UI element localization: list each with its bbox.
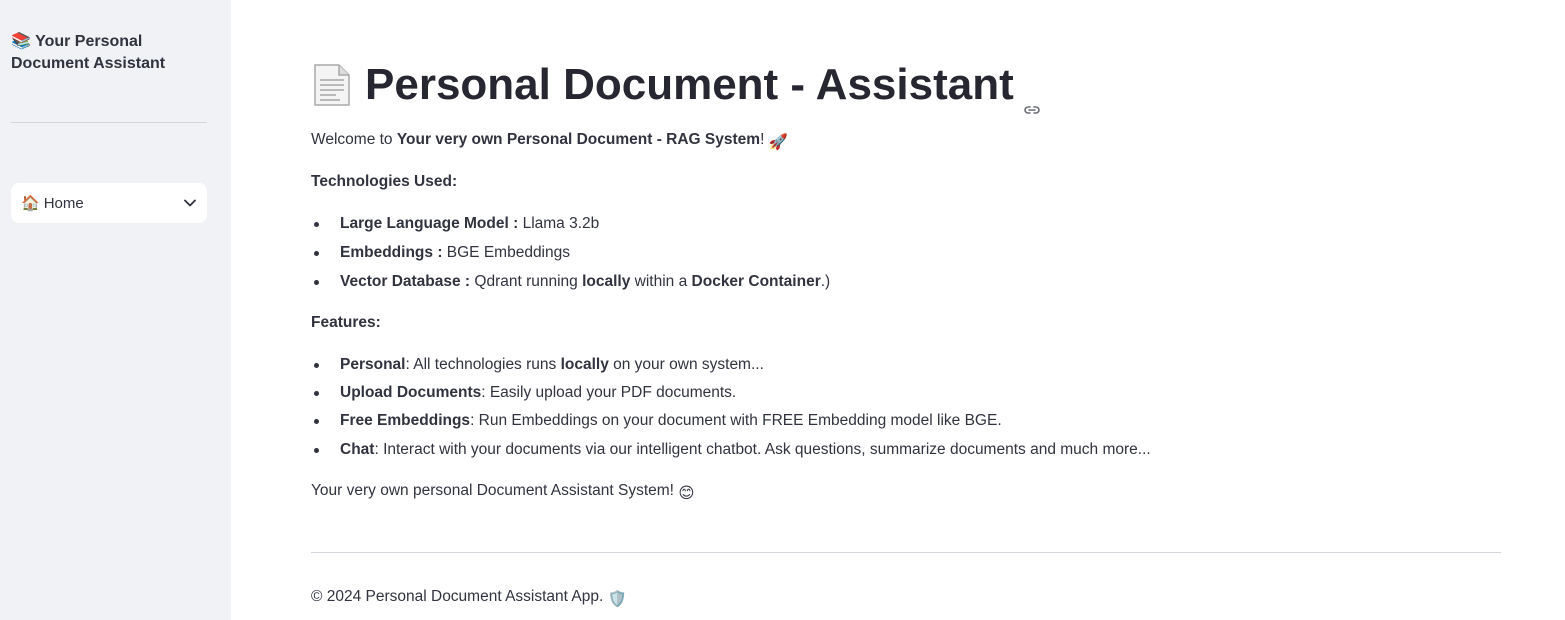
feature-chat-label: Chat bbox=[340, 441, 375, 458]
tech-embed-text: BGE Embeddings bbox=[442, 244, 570, 261]
sidebar-title-text: Your Personal Document Assistant bbox=[11, 33, 166, 72]
feature-chat-text: : Interact with your documents via our i… bbox=[374, 441, 1151, 458]
page-select[interactable]: 🏠 Home bbox=[11, 183, 207, 223]
feature-personal-bold: locally bbox=[560, 356, 609, 373]
feature-embeddings-label: Free Embeddings bbox=[340, 412, 471, 429]
tech-llm-label: Large Language Model : bbox=[340, 215, 519, 232]
welcome-text: Welcome to Your very own Personal Docume… bbox=[311, 130, 788, 153]
rocket-emoji: 🚀 bbox=[768, 134, 788, 151]
footer-copyright: © 2024 Personal Document Assistant App. bbox=[311, 588, 608, 605]
page-title-text: Personal Document - Assistant bbox=[365, 60, 1014, 109]
page-select-value: Home bbox=[43, 194, 84, 212]
footer-text: © 2024 Personal Document Assistant App. … bbox=[311, 587, 627, 610]
list-item: Upload Documents: Easily upload your PDF… bbox=[311, 383, 736, 403]
document-icon bbox=[311, 63, 353, 107]
sidebar-title: 📚 Your Personal Document Assistant bbox=[11, 31, 211, 75]
features-heading-text: Features: bbox=[311, 314, 381, 331]
link-icon[interactable] bbox=[1022, 79, 1042, 114]
page-title: Personal Document - Assistant bbox=[311, 58, 1042, 114]
home-emoji: 🏠 bbox=[21, 195, 40, 212]
books-emoji: 📚 bbox=[11, 33, 31, 50]
list-item: Large Language Model : Llama 3.2b bbox=[311, 214, 599, 234]
feature-embeddings-text: : Run Embeddings on your document with F… bbox=[470, 412, 1002, 429]
closing-text-body: Your very own personal Document Assistan… bbox=[311, 482, 679, 499]
tech-embed-label: Embeddings : bbox=[340, 244, 443, 261]
smile-emoji: 😊 bbox=[678, 485, 695, 502]
shield-emoji: 🛡️ bbox=[607, 591, 627, 608]
tech-llm-text: Llama 3.2b bbox=[518, 215, 600, 232]
tech-vdb-text-a: Qdrant running bbox=[470, 273, 583, 290]
tech-vdb-label: Vector Database : bbox=[340, 273, 471, 290]
feature-upload-text: : Easily upload your PDF documents. bbox=[481, 384, 737, 401]
closing-text: Your very own personal Document Assistan… bbox=[311, 481, 694, 504]
sidebar-divider bbox=[11, 122, 207, 123]
features-heading: Features: bbox=[311, 313, 381, 333]
tech-vdb-text-c: .) bbox=[820, 273, 831, 290]
tech-heading-text: Technologies Used: bbox=[311, 173, 458, 190]
welcome-bold: Your very own Personal Document - RAG Sy… bbox=[396, 131, 761, 148]
feature-personal-label: Personal bbox=[340, 356, 406, 373]
welcome-suffix: ! bbox=[760, 131, 765, 148]
list-item: Embeddings : BGE Embeddings bbox=[311, 243, 570, 263]
feature-personal-text-b: on your own system... bbox=[608, 356, 764, 373]
list-item: Personal: All technologies runs locally … bbox=[311, 355, 764, 375]
tech-vdb-bold-b: Docker Container bbox=[691, 273, 821, 290]
list-item: Free Embeddings: Run Embeddings on your … bbox=[311, 411, 1002, 431]
welcome-prefix: Welcome to bbox=[311, 131, 397, 148]
footer-divider bbox=[311, 552, 1501, 553]
tech-vdb-text-b: within a bbox=[630, 273, 692, 290]
list-item: Chat: Interact with your documents via o… bbox=[311, 440, 1151, 460]
tech-heading: Technologies Used: bbox=[311, 172, 457, 192]
list-item: Vector Database : Qdrant running locally… bbox=[311, 272, 830, 292]
feature-upload-label: Upload Documents bbox=[340, 384, 482, 401]
feature-personal-text-a: : All technologies runs bbox=[405, 356, 561, 373]
sidebar: 📚 Your Personal Document Assistant 🏠 Hom… bbox=[0, 0, 231, 620]
tech-vdb-bold-a: locally bbox=[582, 273, 631, 290]
chevron-down-icon[interactable] bbox=[183, 196, 197, 210]
